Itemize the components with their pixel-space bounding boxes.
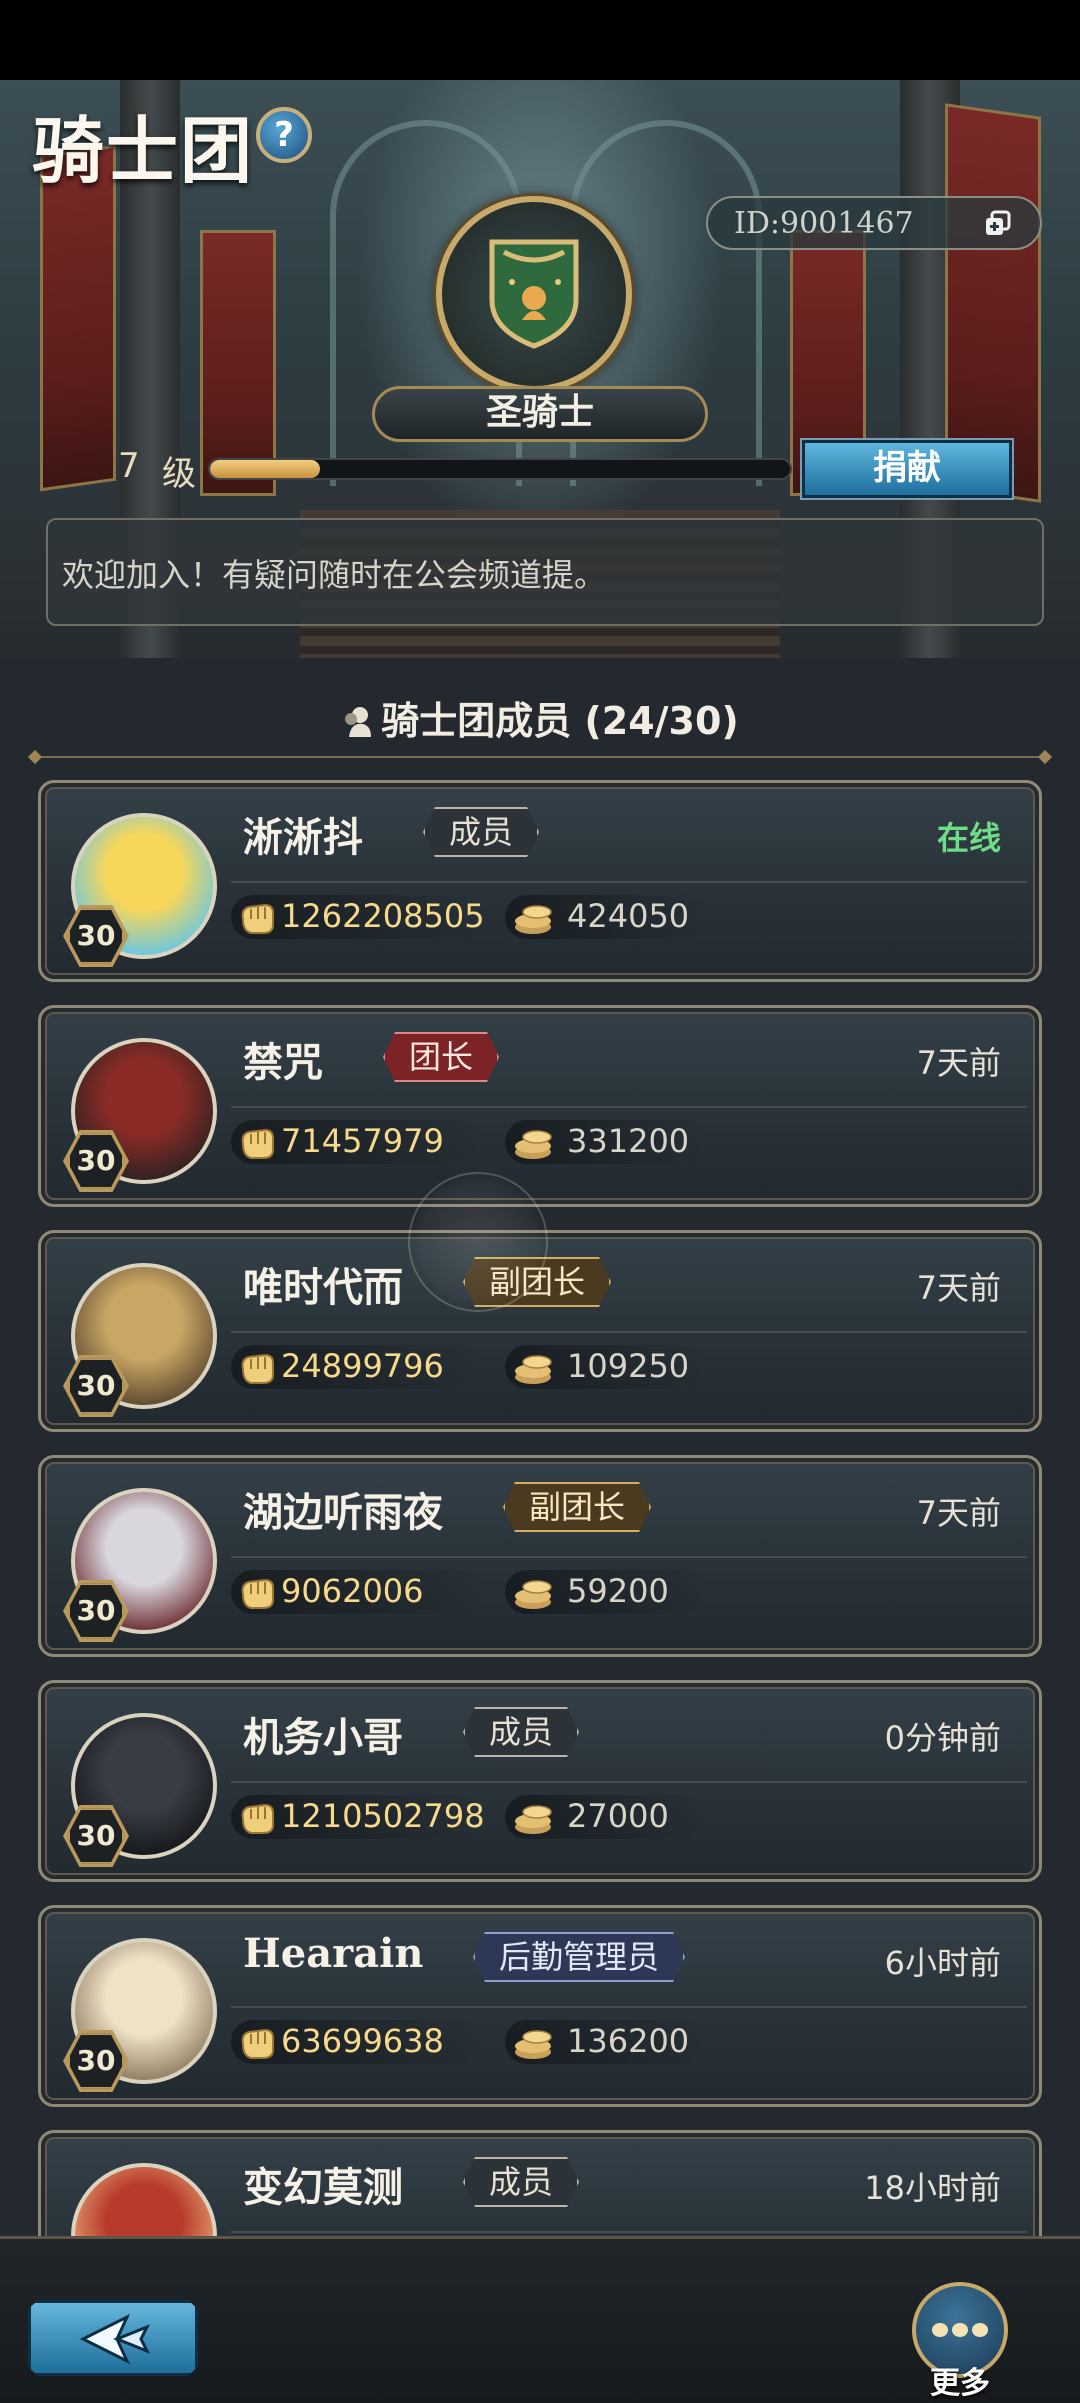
- member-role-badge: 成员: [463, 2157, 579, 2207]
- member-last-online: 0分钟前: [884, 1719, 1001, 1757]
- member-card[interactable]: 30变幻莫测成员18小时前: [38, 2130, 1042, 2236]
- member-contribution: 136200: [567, 2022, 690, 2060]
- guild-xp-bar: [208, 458, 792, 480]
- guild-rank-name: 圣骑士: [372, 386, 708, 442]
- guild-xp-fill: [210, 460, 321, 478]
- coin-stack-icon: [515, 1130, 552, 1159]
- guild-emblem[interactable]: [436, 196, 632, 392]
- member-last-online: 7天前: [916, 1044, 1001, 1082]
- members-title-text: 骑士团成员 (24/30): [381, 699, 739, 743]
- coin-stack-icon: [515, 1355, 552, 1384]
- coin-stack-icon: [515, 1580, 552, 1609]
- back-button[interactable]: [28, 2300, 198, 2376]
- member-power: 63699638: [281, 2022, 444, 2060]
- member-contribution: 59200: [567, 1572, 669, 1610]
- card-divider: [231, 2006, 1027, 2008]
- red-banner: [200, 230, 276, 496]
- status-bar: [0, 0, 1080, 80]
- member-last-online: 7天前: [916, 1269, 1001, 1307]
- card-divider: [231, 2231, 1027, 2233]
- member-last-online: 7天前: [916, 1494, 1001, 1532]
- member-contribution: 424050: [567, 897, 690, 935]
- member-role-badge: 团长: [383, 1032, 499, 1082]
- member-power: 24899796: [281, 1347, 444, 1385]
- copy-icon[interactable]: [984, 210, 1012, 238]
- member-power: 1262208505: [281, 897, 485, 935]
- members-section-title: 骑士团成员 (24/30): [0, 690, 1080, 745]
- card-divider: [231, 1556, 1027, 1558]
- member-role-badge: 成员: [463, 1707, 579, 1757]
- member-card[interactable]: 30 淅淅抖 成员 在线 1262208505 424050: [38, 780, 1042, 982]
- members-icon: [345, 707, 372, 737]
- member-power: 1210502798: [281, 1797, 485, 1835]
- guild-notice[interactable]: 欢迎加入！有疑问随时在公会频道提。: [46, 518, 1044, 626]
- member-card[interactable]: 30 Hearain 后勤管理员 6小时前 63699638 136200: [38, 1905, 1042, 2107]
- member-avatar[interactable]: [71, 2163, 217, 2236]
- member-role-badge: 后勤管理员: [473, 1932, 685, 1982]
- member-name: 淅淅抖: [243, 814, 363, 861]
- back-arrow-icon: [79, 2313, 151, 2365]
- more-label: 更多: [930, 2366, 990, 2401]
- card-divider: [231, 1331, 1027, 1333]
- donate-button[interactable]: 捐献: [802, 440, 1012, 498]
- power-fist-icon: [241, 1128, 274, 1159]
- guild-level-number: 7: [118, 446, 140, 486]
- power-fist-icon: [241, 1578, 274, 1609]
- guild-notice-text: 欢迎加入！有疑问随时在公会频道提。: [62, 556, 607, 594]
- member-card[interactable]: 30 湖边听雨夜 副团长 7天前 9062006 59200: [38, 1455, 1042, 1657]
- more-dots-icon: [932, 2323, 988, 2337]
- member-card[interactable]: 30 禁咒 团长 7天前 71457979 331200: [38, 1005, 1042, 1207]
- member-contribution: 109250: [567, 1347, 690, 1385]
- guild-level-unit: 级: [162, 454, 196, 494]
- coin-stack-icon: [515, 905, 552, 934]
- help-button[interactable]: ?: [256, 107, 312, 163]
- member-name: 机务小哥: [243, 1714, 403, 1761]
- power-fist-icon: [241, 903, 274, 934]
- coin-stack-icon: [515, 1805, 552, 1834]
- coin-stack-icon: [515, 2030, 552, 2059]
- member-name: Hearain: [243, 1930, 424, 1977]
- card-divider: [231, 1781, 1027, 1783]
- member-role-badge: 成员: [423, 807, 539, 857]
- member-name: 唯时代而: [243, 1264, 403, 1311]
- guild-id-text: ID:9001467: [734, 206, 914, 241]
- member-last-online: 18小时前: [864, 2169, 1001, 2207]
- power-fist-icon: [241, 1353, 274, 1384]
- member-name: 变幻莫测: [243, 2164, 403, 2211]
- guild-id-box: ID:9001467: [706, 196, 1042, 250]
- power-fist-icon: [241, 1803, 274, 1834]
- shield-emblem-icon: [489, 239, 579, 349]
- member-last-online: 6小时前: [884, 1944, 1001, 1982]
- member-name: 湖边听雨夜: [243, 1489, 443, 1536]
- member-contribution: 331200: [567, 1122, 690, 1160]
- member-power: 71457979: [281, 1122, 444, 1160]
- question-icon: ?: [274, 115, 294, 155]
- member-power: 9062006: [281, 1572, 424, 1610]
- member-list[interactable]: 30 淅淅抖 成员 在线 1262208505 424050 30 禁咒 团长 7天前 714579…: [0, 780, 1080, 2236]
- card-divider: [231, 881, 1027, 883]
- member-name: 禁咒: [243, 1039, 323, 1086]
- card-divider: [231, 1106, 1027, 1108]
- sparkle-effect: [408, 1172, 548, 1312]
- section-divider: [30, 756, 1050, 758]
- member-role-badge: 副团长: [503, 1482, 651, 1532]
- member-contribution: 27000: [567, 1797, 669, 1835]
- page-title: 骑士团: [32, 108, 255, 193]
- member-last-online: 在线: [936, 819, 1001, 857]
- member-card[interactable]: 30 机务小哥 成员 0分钟前 1210502798 27000: [38, 1680, 1042, 1882]
- power-fist-icon: [241, 2028, 274, 2059]
